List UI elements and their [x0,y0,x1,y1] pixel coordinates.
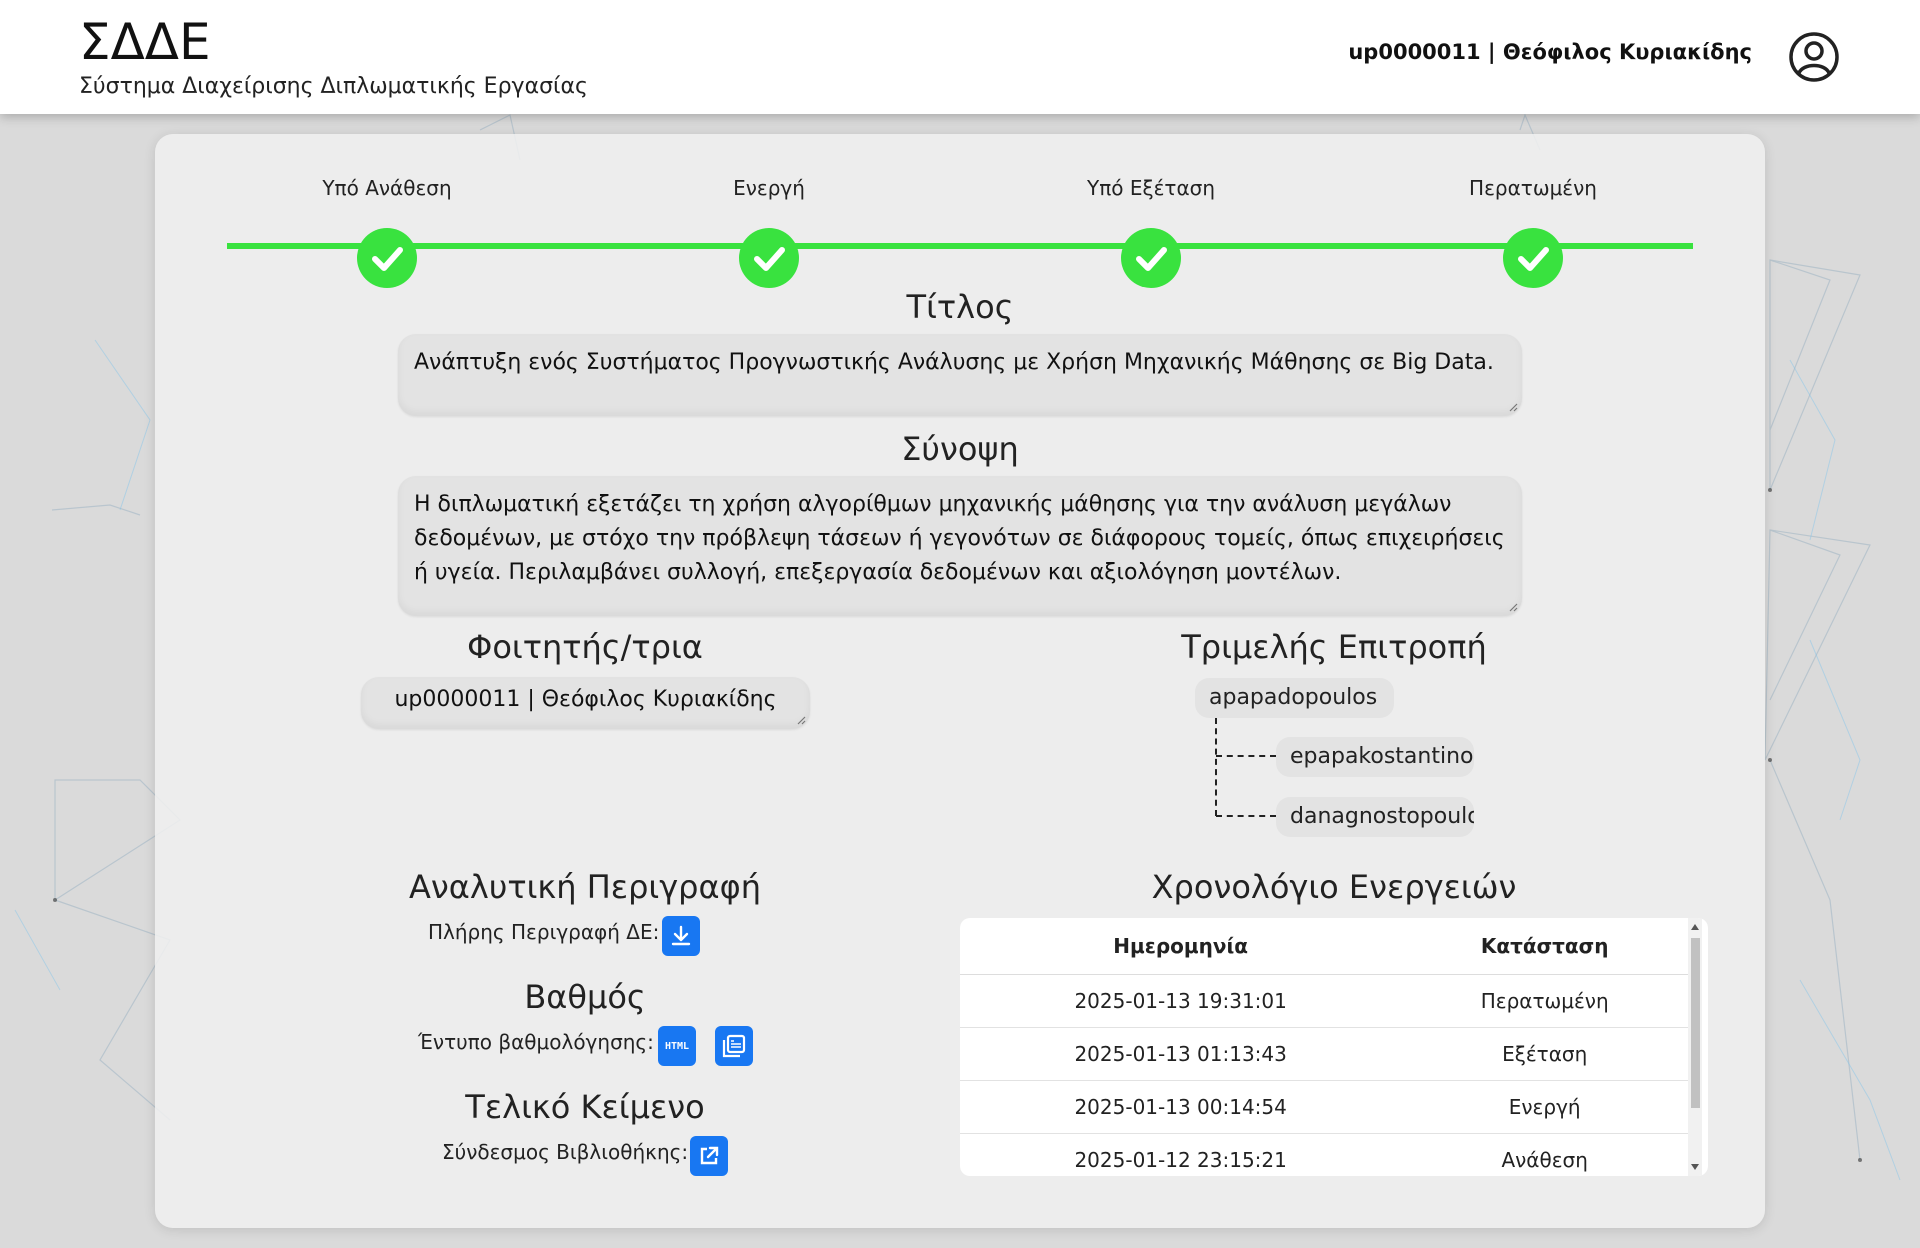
column-header-status: Κατάσταση [1401,918,1688,975]
committee-heading: Τριμελής Επιτροπή [1181,628,1487,666]
cell-date: 2025-01-13 00:14:54 [960,1080,1402,1134]
resize-handle-icon[interactable] [1508,402,1518,412]
table-header-row: Ημερομηνία Κατάσταση [960,918,1688,975]
step-active: Ενεργή [649,176,889,288]
log-table: Ημερομηνία Κατάσταση 2025-01-13 19:31:01… [960,918,1688,1176]
app-title: ΣΔΔΕ [79,13,211,71]
summary-heading: Σύνοψη [901,430,1019,468]
html-icon: HTML [664,1040,690,1052]
grade-label: Έντυπο βαθμολόγησης: [418,1030,654,1054]
committee-supervisor: apapadopoulos [1195,678,1394,718]
committee-tree-branch [1216,755,1276,757]
title-text: Ανάπτυξη ενός Συστήματος Προγνωστικής Αν… [414,350,1494,375]
summary-field[interactable]: Η διπλωματική εξετάζει τη χρήση αλγορίθμ… [398,476,1522,616]
title-heading: Τίτλος [906,288,1014,326]
cell-date: 2025-01-12 23:15:21 [960,1133,1402,1176]
title-field[interactable]: Ανάπτυξη ενός Συστήματος Προγνωστικής Αν… [398,334,1522,416]
grade-heading: Βαθμός [524,978,646,1016]
description-heading: Αναλυτική Περιγραφή [409,868,761,906]
step-label: Υπό Εξέταση [1086,176,1216,200]
check-icon [1503,228,1563,288]
committee-member-1: epapakostantinou [1276,737,1474,777]
download-button[interactable] [662,916,700,956]
cell-status: Περατωμένη [1401,974,1688,1028]
description-label: Πλήρης Περιγραφή ΔΕ: [428,920,660,944]
step-under-review: Υπό Εξέταση [1031,176,1271,288]
external-link-icon [700,1146,719,1165]
table-row: 2025-01-13 00:14:54 Ενεργή [960,1080,1688,1134]
committee-member-2: danagnostopoulos [1276,797,1474,837]
resize-handle-icon[interactable] [796,715,806,725]
app-header: ΣΔΔΕ Σύστημα Διαχείρισης Διπλωματικής Ερ… [0,0,1920,114]
check-icon [1121,228,1181,288]
final-text-heading: Τελικό Κείμενο [465,1088,705,1126]
scroll-down-icon[interactable] [1691,1164,1699,1170]
scroll-up-icon[interactable] [1691,924,1699,930]
cell-date: 2025-01-13 01:13:43 [960,1027,1402,1081]
step-label: Ενεργή [733,176,805,200]
cell-status: Εξέταση [1401,1027,1688,1081]
summary-text: Η διπλωματική εξετάζει τη χρήση αλγορίθμ… [414,492,1505,585]
grade-html-button[interactable]: HTML [658,1026,696,1066]
table-row: 2025-01-12 23:15:21 Ανάθεση [960,1133,1688,1176]
committee-tree-line [1215,718,1217,816]
table-scrollbar[interactable] [1688,918,1702,1176]
check-icon [357,228,417,288]
log-heading: Χρονολόγιο Ενεργειών [1151,868,1517,906]
cell-date: 2025-01-13 19:31:01 [960,974,1402,1028]
step-label: Περατωμένη [1469,176,1597,200]
cell-status: Ανάθεση [1401,1133,1688,1176]
user-avatar-icon[interactable] [1788,31,1840,83]
cell-status: Ενεργή [1401,1080,1688,1134]
scrollbar-thumb[interactable] [1691,938,1700,1108]
library-link-button[interactable] [690,1136,728,1176]
grade-pdf-button[interactable] [715,1026,753,1066]
student-value: up0000011 | Θεόφιλος Κυριακίδης [394,687,777,712]
resize-handle-icon[interactable] [1508,602,1518,612]
current-user: up0000011 | Θεόφιλος Κυριακίδης [1348,40,1752,64]
check-icon [739,228,799,288]
step-under-assignment: Υπό Ανάθεση [267,176,507,288]
student-field[interactable]: up0000011 | Θεόφιλος Κυριακίδης [361,677,810,729]
step-label: Υπό Ανάθεση [322,176,452,200]
column-header-date: Ημερομηνία [960,918,1402,975]
student-heading: Φοιτητής/τρια [467,628,703,666]
step-completed: Περατωμένη [1413,176,1653,288]
final-text-label: Σύνδεσμος Βιβλιοθήκης: [442,1140,689,1164]
app-subtitle: Σύστημα Διαχείρισης Διπλωματικής Εργασία… [79,74,588,99]
brand[interactable]: ΣΔΔΕ Σύστημα Διαχείρισης Διπλωματικής Ερ… [79,12,588,99]
committee-tree-branch [1216,815,1276,817]
table-row: 2025-01-13 19:31:01 Περατωμένη [960,974,1688,1028]
pdf-icon [722,1034,746,1058]
download-icon [671,925,691,946]
table-row: 2025-01-13 01:13:43 Εξέταση [960,1027,1688,1081]
log-table-container[interactable]: Ημερομηνία Κατάσταση 2025-01-13 19:31:01… [960,918,1708,1176]
